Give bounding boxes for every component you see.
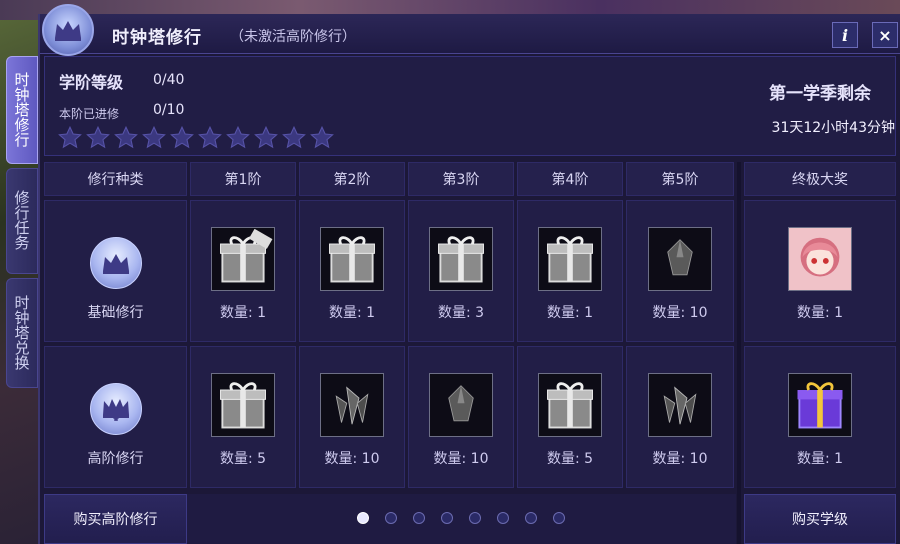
star-rating <box>57 125 335 151</box>
reward-quantity: 数量: 10 <box>652 305 708 321</box>
page-dot[interactable] <box>497 512 509 524</box>
advanced-crown-icon <box>89 383 142 435</box>
reward-cell: 数量: 10 <box>408 346 514 488</box>
buy-advanced-training-button[interactable]: 购买高阶修行 <box>44 494 187 544</box>
silver-gift-icon[interactable] <box>211 373 275 437</box>
silver-gift-new-icon[interactable] <box>211 227 275 291</box>
header-training-type: 修行种类 <box>44 162 187 196</box>
page-dot[interactable] <box>469 512 481 524</box>
header-tier-4: 第4阶 <box>517 162 623 196</box>
reward-quantity: 数量: 5 <box>219 451 267 467</box>
level-value: 0/40 <box>153 72 185 88</box>
reward-quantity: 数量: 1 <box>328 305 376 321</box>
silver-gift-icon[interactable] <box>320 227 384 291</box>
star-icon <box>142 125 166 149</box>
star-icon <box>310 125 334 149</box>
silver-gift-icon[interactable] <box>429 227 493 291</box>
close-button[interactable]: × <box>872 22 898 48</box>
tab-label: 时钟塔兑换 <box>14 293 30 372</box>
reward-cell: 数量: 10 <box>626 346 734 488</box>
season-label: 第一学季剩余 <box>769 84 871 104</box>
star-icon <box>226 125 250 149</box>
star-icon <box>114 125 138 149</box>
silver-gift-icon[interactable] <box>538 373 602 437</box>
page-dot[interactable] <box>553 512 565 524</box>
reward-quantity: 数量: 1 <box>796 305 844 321</box>
star-icon <box>198 125 222 149</box>
tab-training-tasks[interactable]: 修行任务 <box>6 168 38 274</box>
reward-cell: 数量: 1 <box>517 200 623 342</box>
title-bar: 时钟塔修行 （未激活高阶修行） i × <box>40 4 900 56</box>
page-dot[interactable] <box>413 512 425 524</box>
dark-crystal-icon[interactable] <box>648 227 712 291</box>
page-dot[interactable] <box>357 512 369 524</box>
reward-cell: 数量: 5 <box>190 346 296 488</box>
training-type-name: 基础修行 <box>87 305 144 321</box>
star-icon <box>170 125 194 149</box>
page-dot[interactable] <box>525 512 537 524</box>
anime-girl-portrait-icon[interactable] <box>788 227 852 291</box>
grand-prize-cell: 数量: 1 <box>744 346 896 488</box>
reward-quantity: 数量: 1 <box>219 305 267 321</box>
page-dot[interactable] <box>441 512 453 524</box>
column-divider <box>737 162 741 544</box>
reward-quantity: 数量: 10 <box>652 451 708 467</box>
dark-crystal-icon[interactable] <box>429 373 493 437</box>
reward-quantity: 数量: 10 <box>324 451 380 467</box>
header-tier-5: 第5阶 <box>626 162 734 196</box>
game-screen: 时钟塔修行 （未激活高阶修行） i × 时钟塔修行 修行任务 时钟塔兑换 学阶等… <box>0 0 900 544</box>
advanced-value: 0/10 <box>153 102 185 118</box>
progress-panel: 学阶等级 0/40 本阶已进修 0/10 第一学季剩余 31天12小时43分钟 <box>44 56 896 156</box>
tab-clock-tower-exchange[interactable]: 时钟塔兑换 <box>6 278 38 388</box>
training-type-name: 高阶修行 <box>87 451 144 467</box>
star-icon <box>58 125 82 149</box>
header-tier-1: 第1阶 <box>190 162 296 196</box>
reward-quantity: 数量: 3 <box>437 305 485 321</box>
row-basic-type: 基础修行 <box>44 200 187 342</box>
window-subtitle: （未激活高阶修行） <box>230 29 356 45</box>
header-tier-2: 第2阶 <box>299 162 405 196</box>
tab-label: 修行任务 <box>14 189 30 252</box>
reward-quantity: 数量: 5 <box>546 451 594 467</box>
reward-cell: 数量: 10 <box>299 346 405 488</box>
star-icon <box>86 125 110 149</box>
basic-crown-icon <box>89 237 142 289</box>
season-remaining: 31天12小时43分钟 <box>771 120 895 136</box>
silver-gift-icon[interactable] <box>538 227 602 291</box>
reward-quantity: 数量: 1 <box>796 451 844 467</box>
row-advanced-type: 高阶修行 <box>44 346 187 488</box>
tab-clock-tower-training[interactable]: 时钟塔修行 <box>6 56 38 164</box>
grand-prize-cell: 数量: 1 <box>744 200 896 342</box>
star-icon <box>282 125 306 149</box>
reward-cell: 数量: 10 <box>626 200 734 342</box>
crystal-cluster-icon[interactable] <box>320 373 384 437</box>
crystal-cluster-icon[interactable] <box>648 373 712 437</box>
crown-emblem-icon <box>42 4 94 56</box>
window-title: 时钟塔修行 <box>112 28 202 48</box>
level-label: 学阶等级 <box>59 73 124 92</box>
reward-cell: 数量: 5 <box>517 346 623 488</box>
purple-gift-icon[interactable] <box>788 373 852 437</box>
advanced-label: 本阶已进修 <box>59 107 120 121</box>
header-tier-3: 第3阶 <box>408 162 514 196</box>
page-dot[interactable] <box>385 512 397 524</box>
header-grand-prize: 终极大奖 <box>744 162 896 196</box>
buy-level-button[interactable]: 购买学级 <box>744 494 896 544</box>
reward-cell: 数量: 3 <box>408 200 514 342</box>
reward-cell: 数量: 1 <box>299 200 405 342</box>
reward-cell: 数量: 1 <box>190 200 296 342</box>
star-icon <box>254 125 278 149</box>
info-button[interactable]: i <box>832 22 858 48</box>
reward-quantity: 数量: 10 <box>433 451 489 467</box>
reward-quantity: 数量: 1 <box>546 305 594 321</box>
page-indicator <box>357 512 565 524</box>
tab-label: 时钟塔修行 <box>14 70 30 149</box>
